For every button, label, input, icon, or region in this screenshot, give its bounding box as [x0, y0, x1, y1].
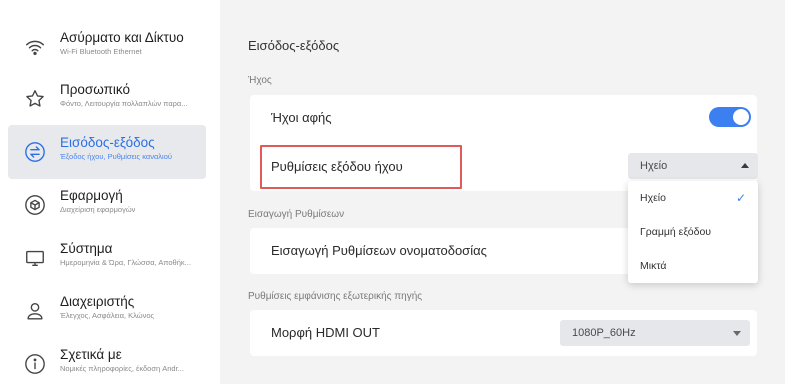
sidebar-item-title: Διαχειριστής: [60, 294, 135, 309]
main-panel: Εισόδος-εξόδος Ήχος Ήχοι αφής Ρυθμίσεις …: [220, 0, 785, 384]
check-icon: ✓: [735, 191, 746, 205]
sidebar-item-subtitle: Νομικές πληροφορίες, έκδοση Andr...: [60, 364, 184, 373]
dropdown-option-label: Ηχείο: [640, 192, 666, 204]
hdmi-out-select[interactable]: 1080P_60Hz: [560, 320, 750, 346]
dropdown-option-mixed[interactable]: Μικτά: [628, 249, 758, 283]
highlight-box: [260, 145, 462, 189]
dropdown-option-label: Μικτά: [640, 260, 667, 272]
touch-sounds-row[interactable]: Ήχοι αφής: [250, 95, 757, 141]
sidebar-item-system[interactable]: Σύστημα Ημερομηνία & Ώρα, Γλώσσα, Αποθήκ…: [8, 231, 206, 285]
import-naming-label: Εισαγωγή Ρυθμίσεων ονοματοδοσίας: [271, 243, 487, 258]
audio-output-select[interactable]: Ηχείο: [628, 153, 758, 179]
toggle-knob: [732, 108, 750, 126]
sidebar-item-subtitle: Wi-Fi Bluetooth Ethernet: [60, 47, 142, 56]
sidebar-item-about[interactable]: Σχετικά με Νομικές πληροφορίες, έκδοση A…: [8, 337, 206, 384]
section-label-import: Εισαγωγή Ρυθμίσεων: [248, 209, 345, 220]
sidebar-item-title: Ασύρματο και Δίκτυο: [60, 30, 184, 45]
sidebar-item-input-output[interactable]: Εισόδος-εξόδος Έξοδος ήχου, Ρυθμίσεις κα…: [8, 125, 206, 179]
hdmi-out-label: Μορφή HDMI OUT: [271, 325, 380, 340]
caret-up-icon: [741, 163, 749, 168]
hdmi-out-row: Μορφή HDMI OUT 1080P_60Hz: [250, 310, 757, 356]
sidebar-item-administrator[interactable]: Διαχειριστής Έλεγχος, Ασφάλεια, Κλώνος: [8, 284, 206, 338]
section-label-sound: Ήχος: [248, 75, 272, 86]
info-icon: [24, 353, 46, 375]
audio-output-dropdown: Ηχείο ✓ Γραμμή εξόδου Μικτά: [628, 181, 758, 283]
sidebar-item-subtitle: Ημερομηνία & Ώρα, Γλώσσα, Αποθήκ...: [60, 258, 191, 267]
monitor-icon: [24, 247, 46, 269]
touch-sounds-label: Ήχοι αφής: [271, 110, 332, 125]
sidebar-item-title: Σχετικά με: [60, 347, 122, 362]
sidebar-item-subtitle: Έλεγχος, Ασφάλεια, Κλώνος: [60, 311, 155, 320]
touch-sounds-toggle[interactable]: [709, 107, 751, 127]
dropdown-option-line-out[interactable]: Γραμμή εξόδου: [628, 215, 758, 249]
dropdown-option-label: Γραμμή εξόδου: [640, 226, 712, 238]
sidebar-item-application[interactable]: Εφαρμογή Διαχείριση εφαρμογών: [8, 178, 206, 232]
sidebar-item-title: Εφαρμογή: [60, 188, 123, 203]
caret-down-icon: [733, 331, 741, 336]
sidebar-item-personal[interactable]: Προσωπικό Φόντο, Λειτουργία πολλαπλών πα…: [8, 72, 206, 126]
sidebar-item-subtitle: Διαχείριση εφαρμογών: [60, 205, 136, 214]
sidebar: Ασύρματο και Δίκτυο Wi-Fi Bluetooth Ethe…: [0, 0, 220, 384]
page-title: Εισόδος-εξόδος: [248, 38, 340, 53]
cube-icon: [24, 194, 46, 216]
user-icon: [24, 300, 46, 322]
sidebar-item-subtitle: Έξοδος ήχου, Ρυθμίσεις καναλιού: [60, 152, 172, 161]
sidebar-item-wireless-network[interactable]: Ασύρματο και Δίκτυο Wi-Fi Bluetooth Ethe…: [8, 20, 206, 74]
sidebar-item-title: Προσωπικό: [60, 82, 131, 97]
hdmi-out-select-value: 1080P_60Hz: [572, 327, 636, 339]
dropdown-option-speaker[interactable]: Ηχείο ✓: [628, 181, 758, 215]
sidebar-item-title: Εισόδος-εξόδος: [60, 135, 155, 150]
audio-output-select-value: Ηχείο: [640, 160, 668, 172]
section-label-external: Ρυθμίσεις εμφάνισης εξωτερικής πηγής: [248, 291, 423, 302]
sidebar-item-subtitle: Φόντο, Λειτουργία πολλαπλών παρα...: [60, 99, 188, 108]
sidebar-item-title: Σύστημα: [60, 241, 113, 256]
swap-arrows-icon: [24, 141, 46, 163]
star-icon: [24, 88, 46, 110]
wifi-icon: [24, 36, 46, 58]
